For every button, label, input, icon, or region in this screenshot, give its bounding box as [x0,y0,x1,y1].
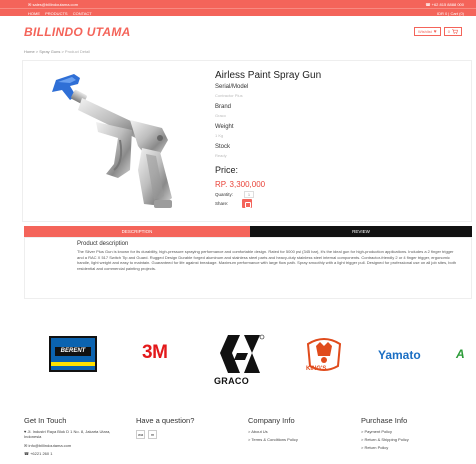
serial-label: Serial/Model [215,84,249,90]
heart-icon: ♥ [433,28,437,35]
yamato-logo[interactable]: Yamato [378,348,421,362]
breadcrumb-current: Product Detail [64,49,91,54]
quantity-input[interactable]: 1 [244,191,254,198]
price-value: RP. 3,300,000 [215,180,266,189]
breadcrumb-section[interactable]: Spray Guns [39,49,60,54]
price-label: Price: [215,165,239,175]
nav-link-contact[interactable]: CONTACT [73,11,92,16]
partial-brand-logo[interactable]: A [456,347,465,361]
footer-company-title: Company Info [248,416,295,425]
3m-logo[interactable]: 3M [142,342,168,364]
serial-value: Contractor Plus [215,93,243,98]
brand-label: Brand [215,104,232,110]
whatsapp-button[interactable]: wa [136,430,145,439]
breadcrumb-home[interactable]: Home [24,49,35,54]
share-icon[interactable] [242,199,252,208]
kings-logo-text: KING'S [306,366,327,372]
site-logo[interactable]: BILLINDO UTAMA [24,25,131,39]
cart-icon [452,28,458,35]
brand-value: Graco [215,113,226,118]
description-title: Product description [77,241,129,247]
nav-link-products[interactable]: PRODUCTS [45,11,67,16]
top-contact-bar: ✉ sales@billindoutama.com ☎ +62 815 8888… [0,0,476,8]
quantity-label: Quantity: [215,192,234,197]
nav-links: HOME PRODUCTS CONTACT [28,11,96,16]
berent-logo-stripe [51,362,95,366]
header-actions: Wishlist ♥ 0 [414,27,462,36]
nav-cart-total[interactable]: IDR 0 | Cart (0) [437,11,464,16]
footer-link-shipping[interactable]: > Return & Shipping Policy [361,437,409,442]
berent-logo-text: BERENT [55,347,91,356]
breadcrumb: Home > Spray Guns > Product Detail [24,49,90,54]
wishlist-label: Wishlist [418,29,432,34]
cart-button[interactable]: 0 [443,27,462,36]
weight-label: Weight [215,124,234,130]
footer-address: ♥ Jl. Industri Raya Blok D 1 No. 8, Jaka… [24,429,111,439]
footer-link-terms[interactable]: > Terms & Conditions Policy [248,437,298,442]
footer-link-payment[interactable]: > Payment Policy [361,429,392,434]
tab-review[interactable]: REVIEW [250,226,472,237]
footer-link-return[interactable]: > Return Policy [361,445,388,450]
footer-purchase-title: Purchase Info [361,416,408,425]
footer-phone[interactable]: ☎ +6221 260 1 [24,451,52,456]
graco-logo-mark[interactable] [210,333,268,375]
weight-value: 1 Kg [215,133,224,138]
berent-logo[interactable]: BERENT [49,336,97,372]
stock-value: Ready [215,153,227,158]
description-text: The Silver Plus Gun is known for its dur… [77,249,457,271]
footer-question-title: Have a question? [136,416,195,425]
tab-description[interactable]: DESCRIPTION [24,226,250,237]
main-nav: HOME PRODUCTS CONTACT IDR 0 | Cart (0) [0,8,476,16]
footer-get-in-touch-title: Get In Touch [24,416,67,425]
cart-count: 0 [447,29,450,34]
product-title: Airless Paint Spray Gun [215,70,322,81]
nav-link-home[interactable]: HOME [28,11,40,16]
graco-logo-text: GRACO [214,376,249,386]
footer-link-about[interactable]: > About Us [248,429,268,434]
footer-email[interactable]: ✉ info@billindoutama.com [24,443,71,448]
stock-label: Stock [215,144,231,150]
product-image[interactable] [34,70,194,210]
wishlist-button[interactable]: Wishlist ♥ [414,27,441,36]
contact-phone[interactable]: ☎ +62 815 8888 000 [426,2,464,7]
contact-email[interactable]: ✉ sales@billindoutama.com [28,2,78,7]
messenger-button[interactable]: m [148,430,157,439]
share-label: Share: [215,201,229,206]
